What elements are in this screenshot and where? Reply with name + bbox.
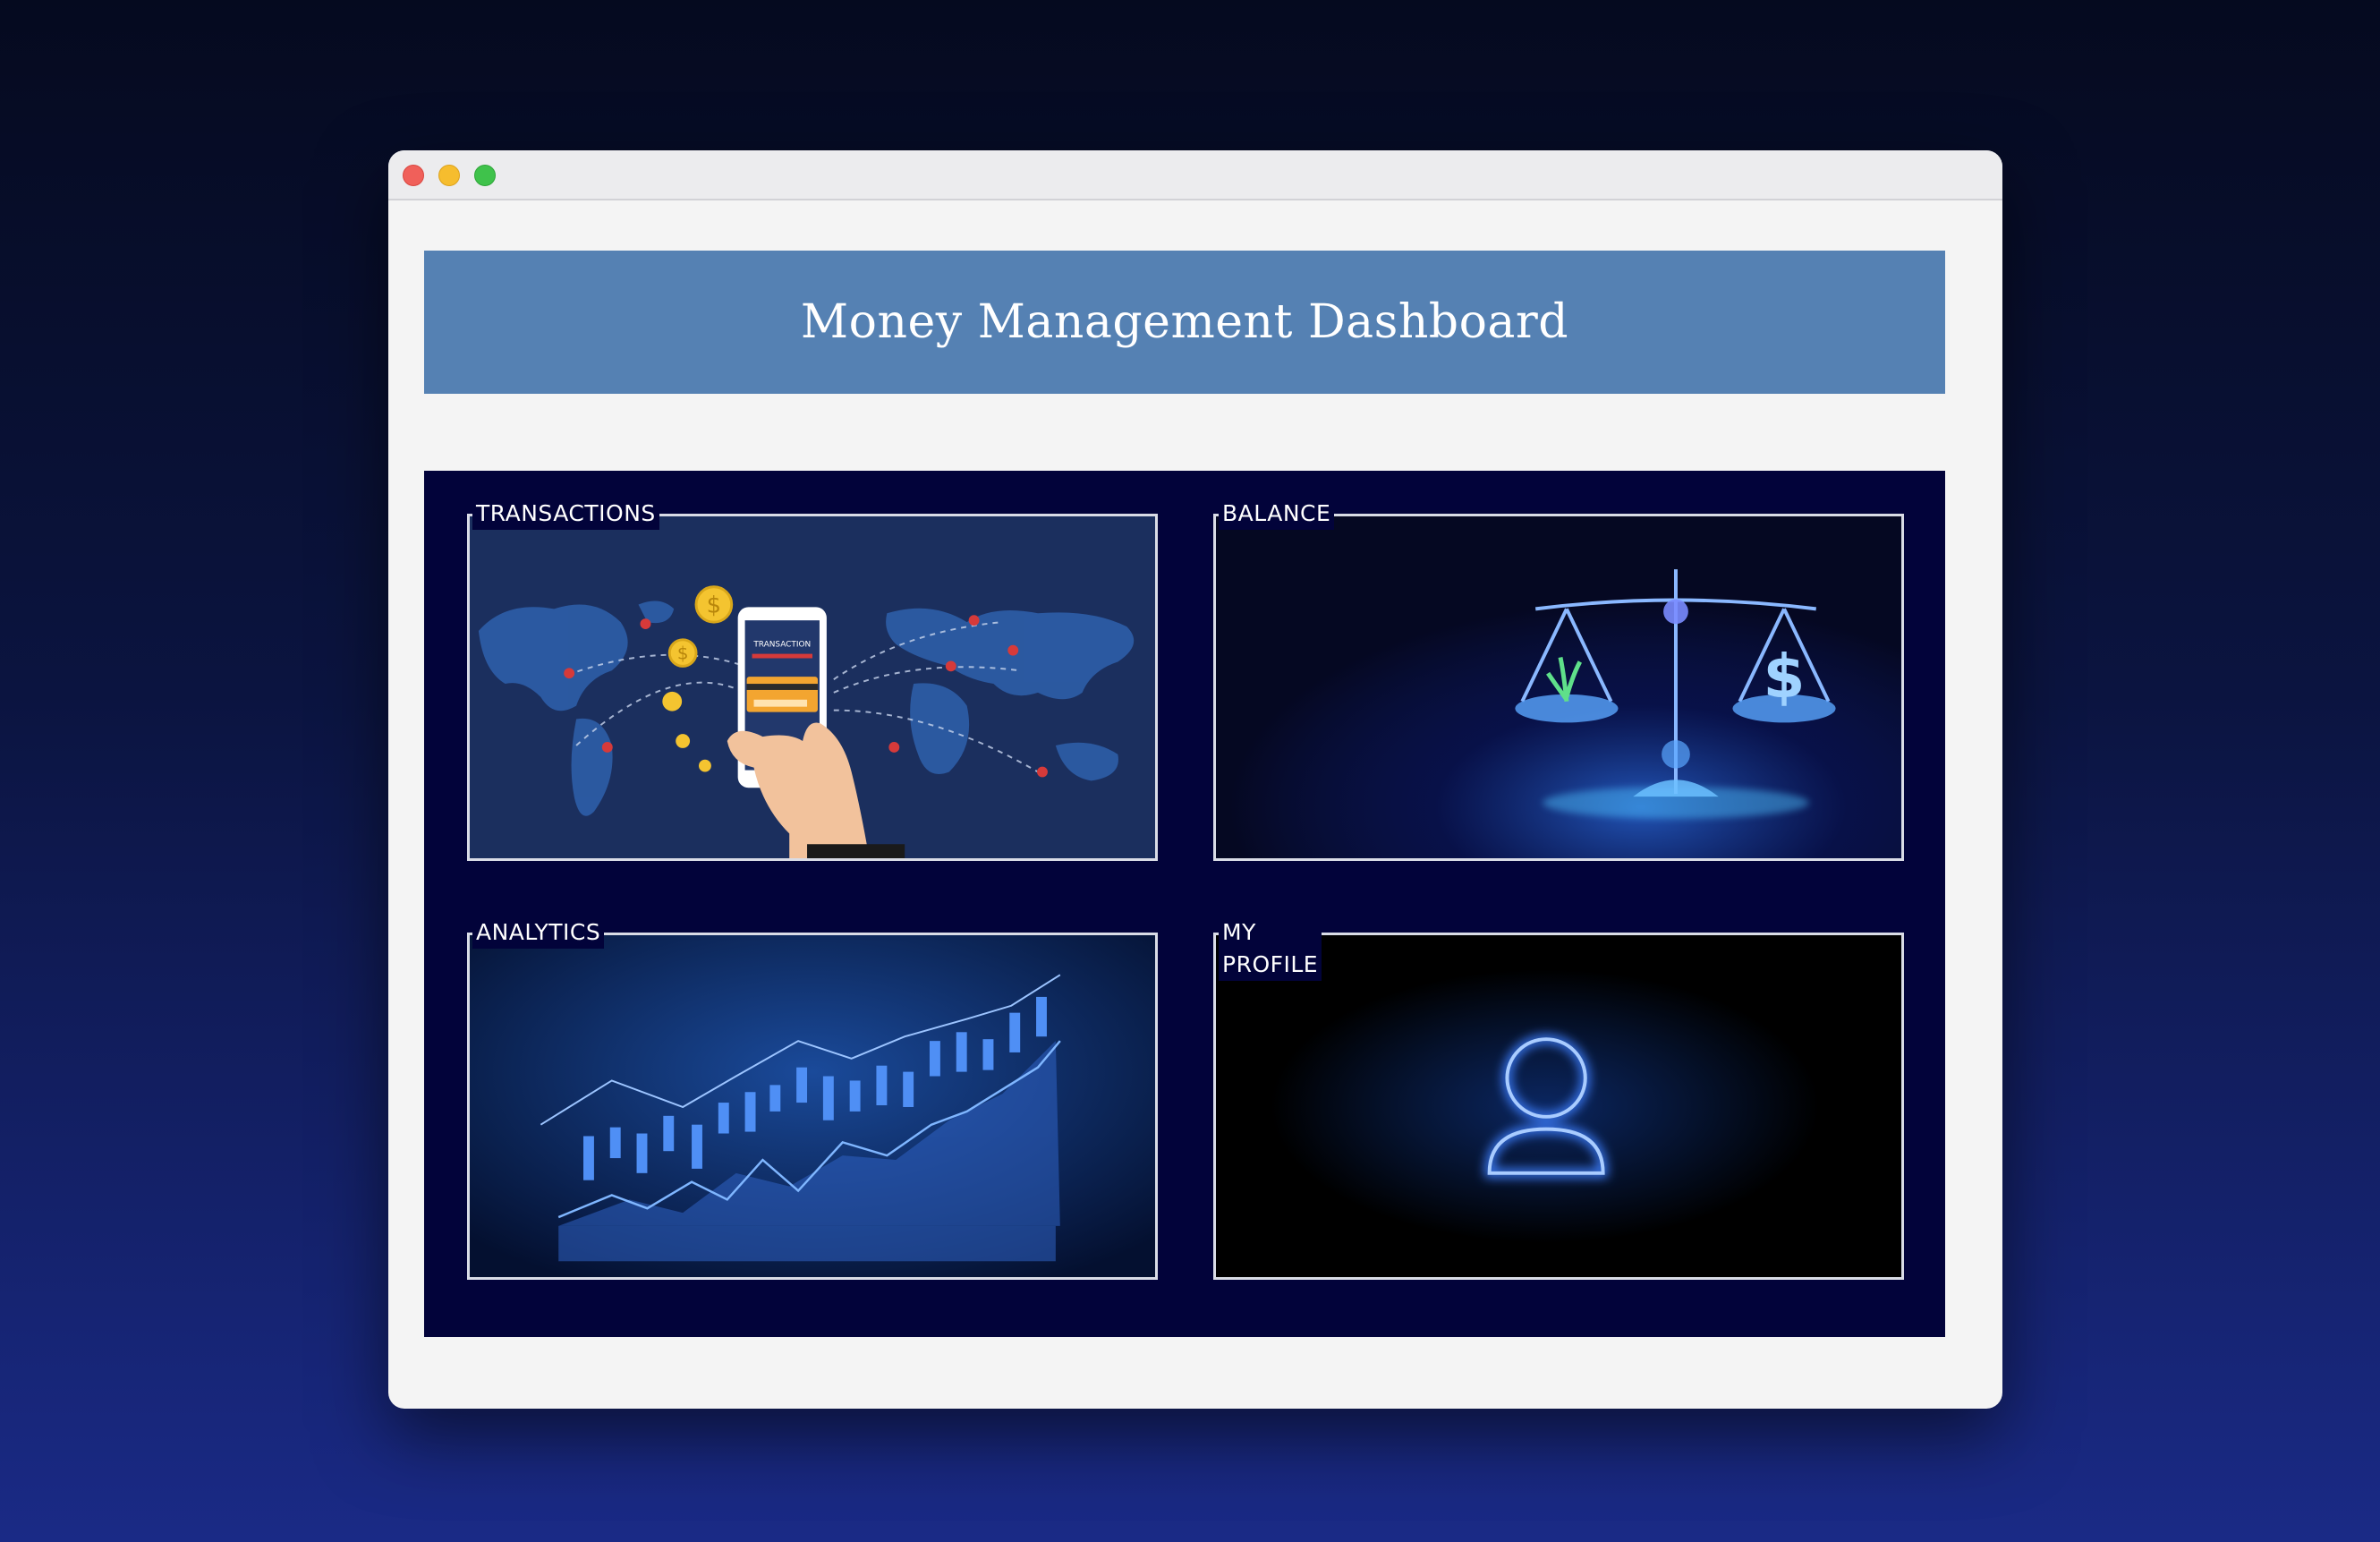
phone-screen-text: TRANSACTION (752, 641, 811, 650)
maximize-window-button[interactable] (474, 165, 496, 186)
minimize-window-button[interactable] (438, 165, 460, 186)
dashboard-grid: TRANSACTIONS $ $ TRANSACTION BALANCE $ A… (424, 471, 1945, 1337)
close-window-button[interactable] (403, 165, 424, 186)
transactions-card-label: TRANSACTIONS (472, 498, 659, 530)
transactions-card[interactable]: $ $ TRANSACTION (467, 514, 1158, 861)
dashboard-header: Money Management Dashboard (424, 251, 1945, 394)
scale-dollar-symbol: $ (1764, 642, 1806, 711)
browser-window: Money Management Dashboard TRANSACTIONS (388, 150, 2002, 1409)
transactions-image: $ $ TRANSACTION (470, 516, 1155, 858)
profile-card-label: MY PROFILE (1219, 916, 1322, 981)
balance-image: $ (1216, 516, 1901, 858)
window-titlebar (388, 150, 2002, 200)
analytics-card-label: ANALYTICS (472, 916, 605, 949)
balance-card[interactable]: $ (1213, 514, 1904, 861)
profile-card[interactable] (1213, 933, 1904, 1280)
analytics-image (470, 935, 1155, 1277)
page-title: Money Management Dashboard (800, 295, 1569, 349)
balance-card-label: BALANCE (1219, 498, 1335, 530)
profile-image (1216, 935, 1901, 1277)
coin-symbol-2: $ (677, 643, 689, 664)
coin-symbol-1: $ (707, 592, 721, 618)
analytics-card[interactable] (467, 933, 1158, 1280)
